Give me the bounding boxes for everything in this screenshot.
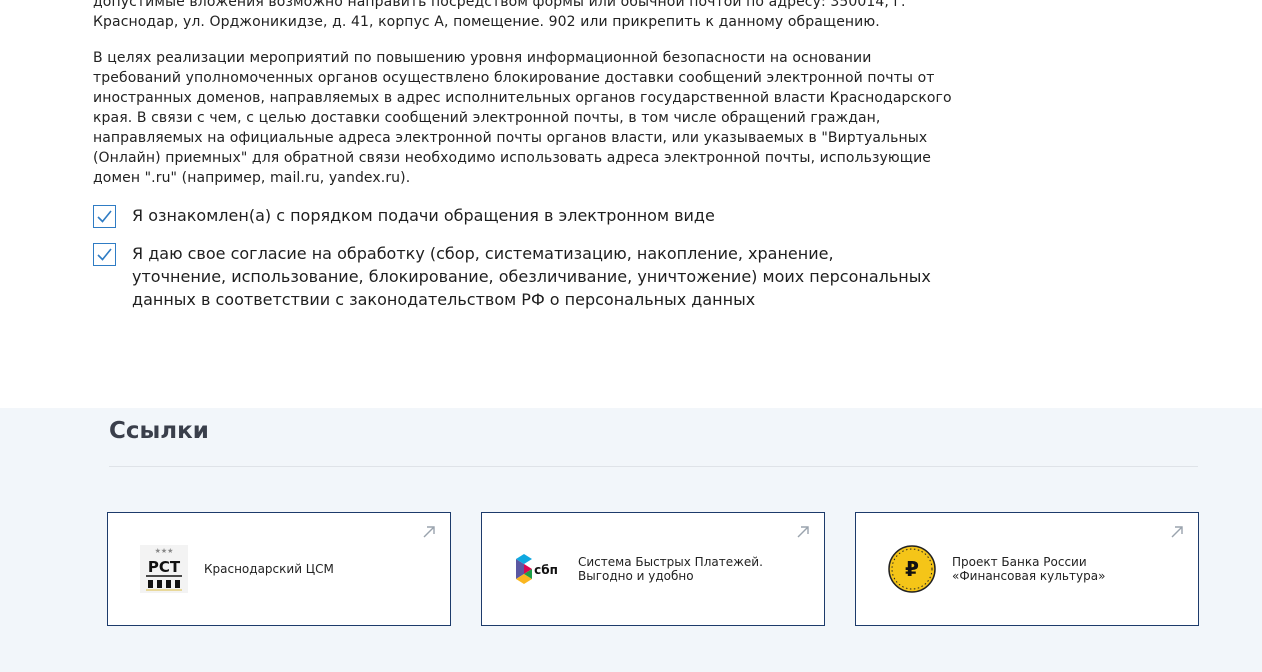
rst-logo-icon: ★★★ РСТ xyxy=(140,545,188,593)
consent-personal-data-row[interactable]: Я даю свое согласие на обработку (сбор, … xyxy=(93,242,932,311)
link-card-label: Краснодарский ЦСМ xyxy=(204,562,334,576)
consent-personal-data-label: Я даю свое согласие на обработку (сбор, … xyxy=(132,244,931,309)
svg-text:★★★: ★★★ xyxy=(155,547,174,555)
links-divider xyxy=(109,466,1198,467)
link-card-label: Проект Банка России «Финансовая культура… xyxy=(952,555,1106,583)
external-link-arrow-icon xyxy=(797,526,809,538)
ruble-coin-icon: ₽ xyxy=(888,545,936,593)
checkmark-icon xyxy=(97,248,112,261)
links-section: Ссылки ★★★ РСТ Краснодарский ЦСМ сбп Сис… xyxy=(0,408,1262,672)
external-link-arrow-icon xyxy=(423,526,435,538)
link-card-sbp[interactable]: сбп Система Быстрых Платежей. Выгодно и … xyxy=(481,512,825,626)
links-title: Ссылки xyxy=(109,418,209,444)
sbp-logo-icon: сбп xyxy=(514,545,562,593)
svg-text:₽: ₽ xyxy=(905,557,919,581)
consent-procedure-row[interactable]: Я ознакомлен(а) с порядком подачи обраще… xyxy=(93,204,932,228)
external-link-arrow-icon xyxy=(1171,526,1183,538)
link-card-krasnodar-csm[interactable]: ★★★ РСТ Краснодарский ЦСМ xyxy=(107,512,451,626)
link-card-label: Система Быстрых Платежей. Выгодно и удоб… xyxy=(578,555,763,583)
checkmark-icon xyxy=(97,210,112,223)
consent-procedure-checkbox[interactable] xyxy=(93,205,116,228)
svg-text:РСТ: РСТ xyxy=(148,558,181,576)
link-card-financial-culture[interactable]: ₽ Проект Банка России «Финансовая культу… xyxy=(855,512,1199,626)
notice-paragraph-address: допустимые вложения возможно направить п… xyxy=(93,0,906,30)
notice-paragraph-email-domain: В целях реализации мероприятий по повыше… xyxy=(93,50,952,186)
consent-personal-data-checkbox[interactable] xyxy=(93,243,116,266)
svg-text:сбп: сбп xyxy=(534,563,558,577)
consent-procedure-label: Я ознакомлен(а) с порядком подачи обраще… xyxy=(132,206,715,225)
